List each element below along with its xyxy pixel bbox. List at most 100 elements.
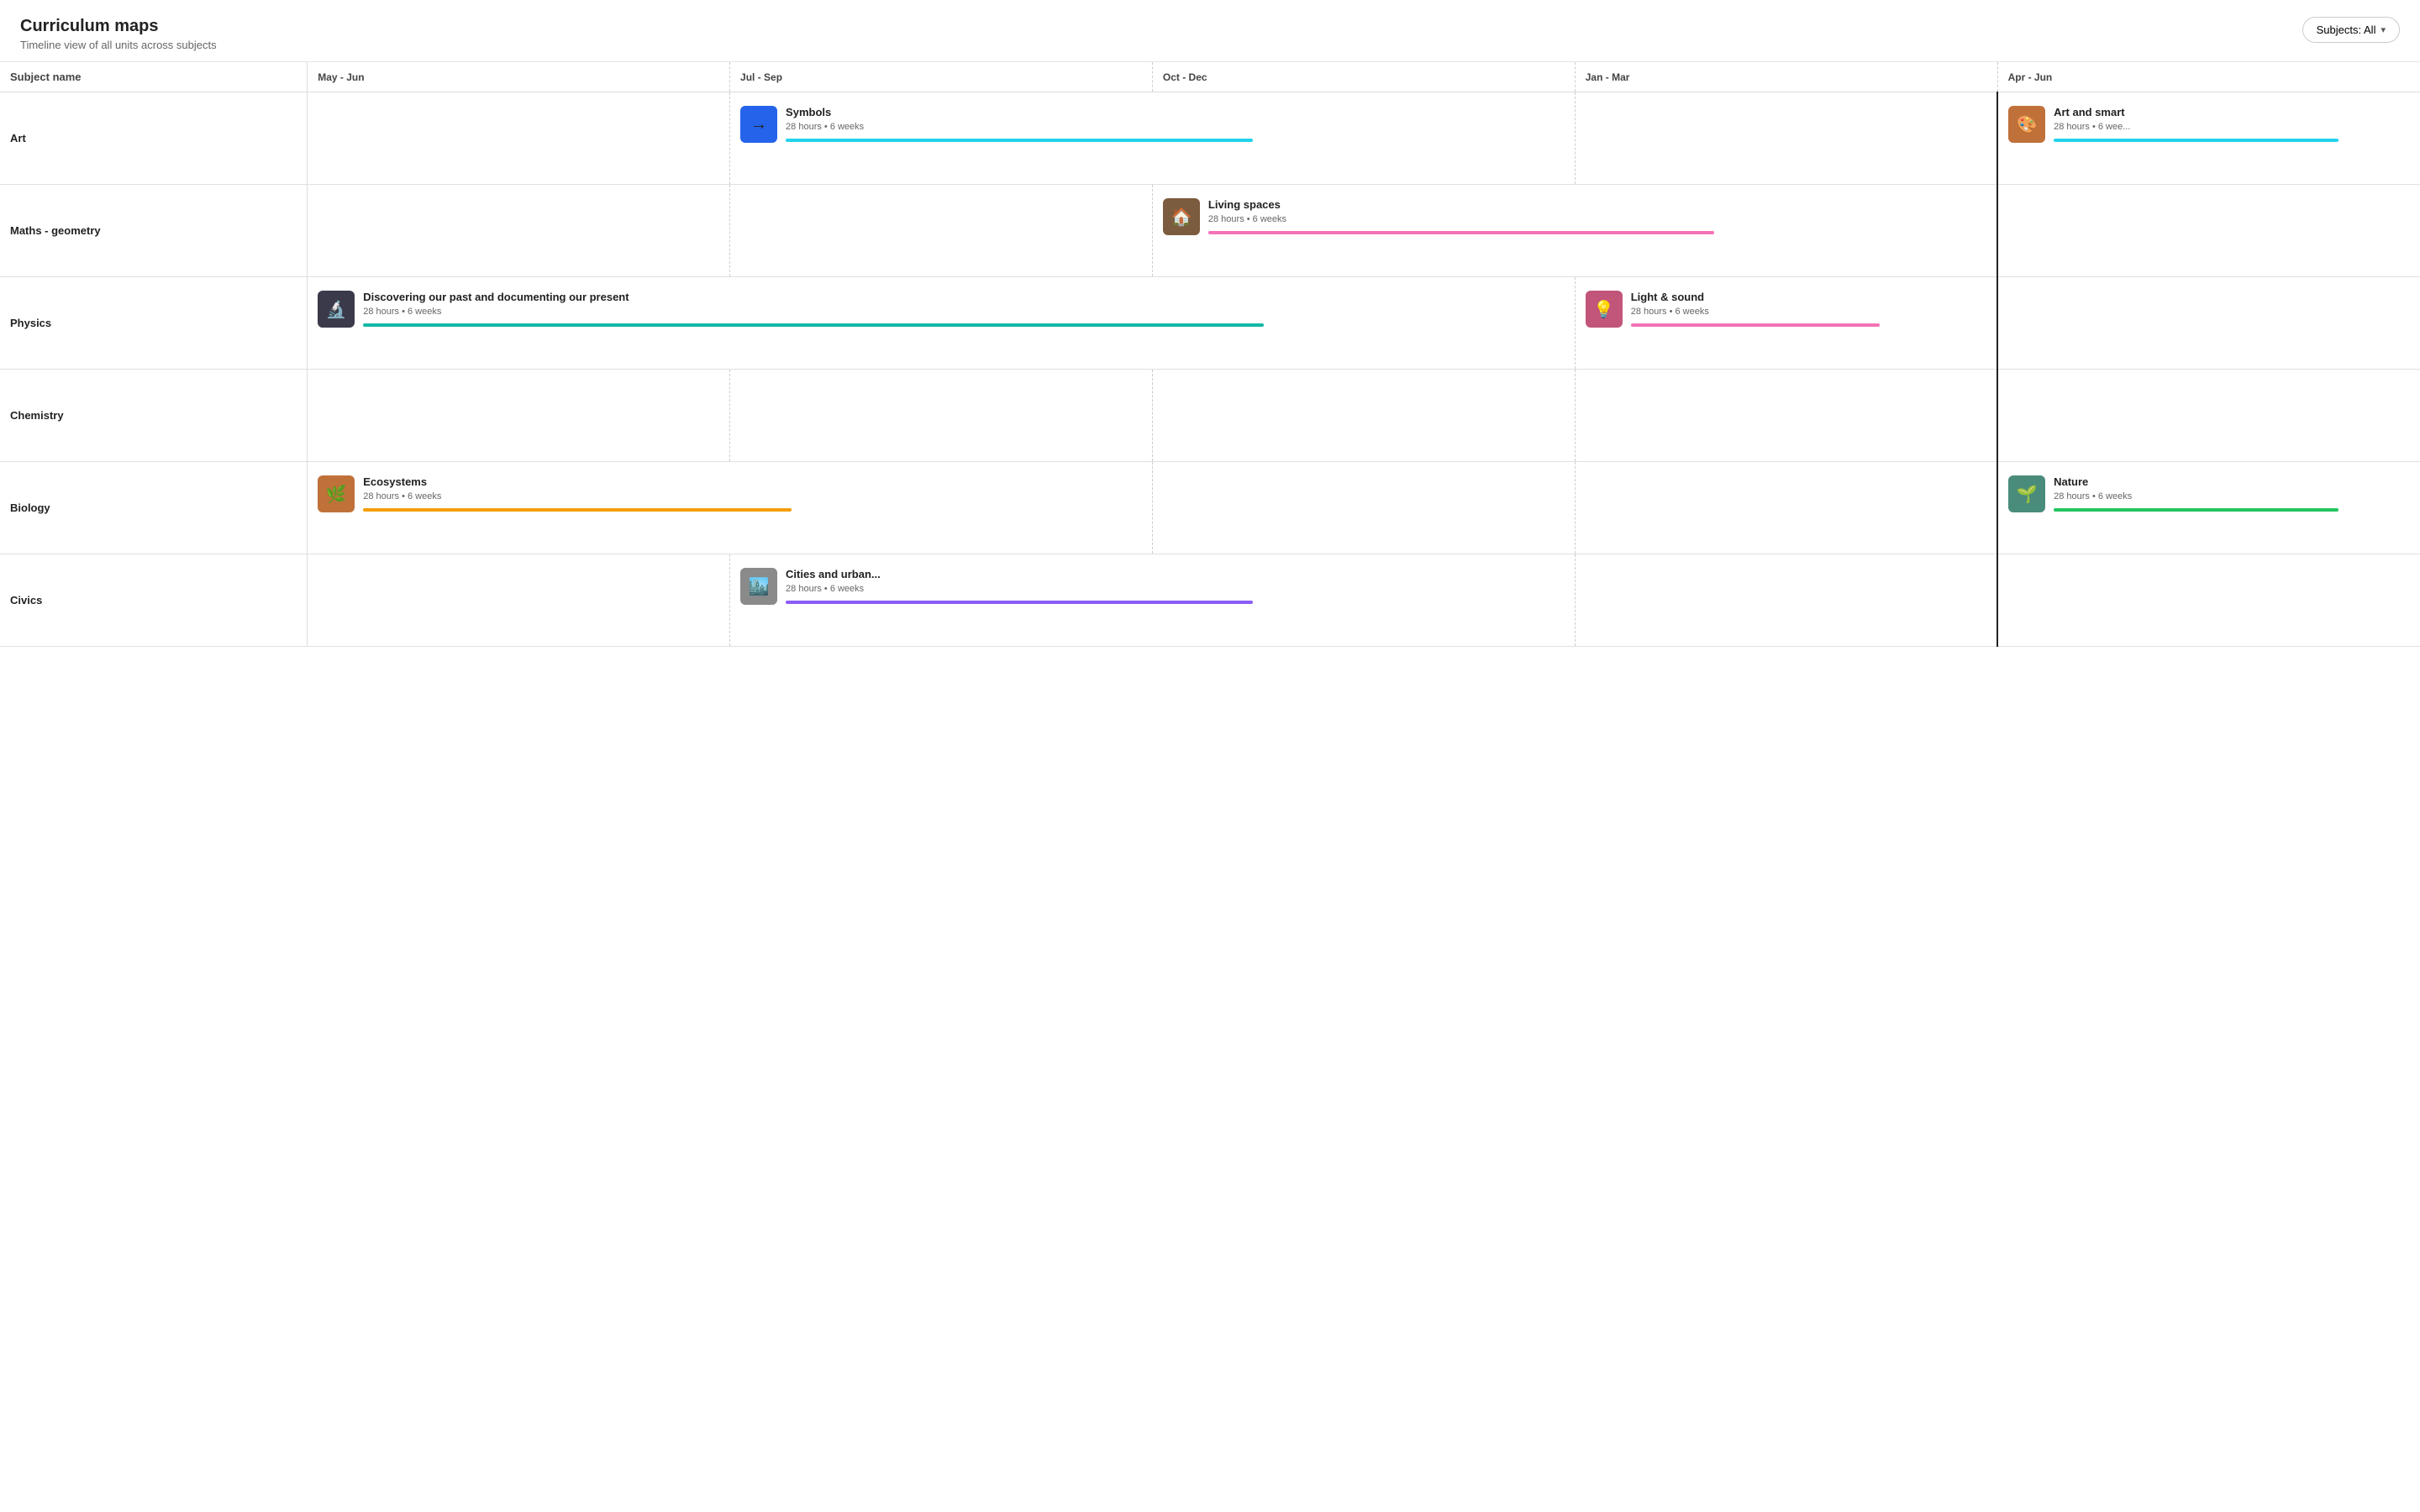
unit-info: Nature28 hours • 6 weeks (2054, 475, 2410, 512)
empty-cell-art-0 (308, 92, 730, 185)
unit-cell-art-symbols[interactable]: → Symbols 28 hours • 6 weeks (730, 92, 1576, 185)
unit-cell-art-art-and-sm[interactable]: 🎨 Art and smart 28 hours • 6 wee... (1997, 92, 2420, 185)
subjects-filter-label: Subjects: All (2317, 24, 2376, 36)
unit-cell-maths---geometry-living-spa[interactable]: 🏠Living spaces28 hours • 6 weeks (1152, 185, 1997, 277)
unit-card[interactable]: 💡 Light & sound 28 hours • 6 weeks (1586, 291, 1986, 328)
empty-cell-chemistry-1 (730, 370, 1153, 462)
unit-card[interactable]: 🌿Ecosystems28 hours • 6 weeks (318, 475, 1142, 512)
chevron-down-icon: ▾ (2381, 24, 2386, 35)
unit-meta: 28 hours • 6 weeks (786, 122, 1565, 132)
empty-cell-art-3 (1575, 92, 1997, 185)
unit-title: Symbols (786, 106, 1565, 120)
empty-cell-chemistry-0 (308, 370, 730, 462)
unit-title: Cities and urban... (786, 568, 1565, 582)
empty-cell-civics-0 (308, 554, 730, 647)
unit-cell-civics-cities-and[interactable]: 🏙️ Cities and urban... 28 hours • 6 weeks (730, 554, 1576, 647)
unit-title: Discovering our past and documenting our… (363, 291, 1565, 305)
unit-meta: 28 hours • 6 weeks (1631, 307, 1986, 317)
unit-meta: 28 hours • 6 weeks (1208, 214, 1986, 224)
unit-card[interactable]: 🏠Living spaces28 hours • 6 weeks (1163, 198, 1986, 235)
unit-thumbnail: 🏙️ (740, 568, 777, 605)
unit-progress-bar (363, 323, 1264, 327)
unit-cell-biology-nature[interactable]: 🌱Nature28 hours • 6 weeks (1997, 462, 2420, 554)
unit-meta: 28 hours • 6 weeks (363, 491, 1142, 501)
unit-title: Ecosystems (363, 475, 1142, 490)
unit-thumbnail: 🌿 (318, 475, 355, 512)
period-apr-jun-header: 2 April Apr - Jun (1997, 62, 2420, 92)
unit-card[interactable]: 🎨 Art and smart 28 hours • 6 wee... (2008, 106, 2410, 143)
unit-progress-bar (1631, 323, 1880, 327)
unit-cell-biology-ecosystems[interactable]: 🌿Ecosystems28 hours • 6 weeks (308, 462, 1153, 554)
unit-card[interactable]: 🏙️ Cities and urban... 28 hours • 6 weeks (740, 568, 1565, 605)
unit-progress-bar (363, 508, 792, 512)
unit-card[interactable]: 🌱Nature28 hours • 6 weeks (2008, 475, 2410, 512)
table-row: Maths - geometry🏠Living spaces28 hours •… (0, 185, 2420, 277)
unit-cell-physics-light-&-so[interactable]: 💡 Light & sound 28 hours • 6 weeks (1575, 277, 1997, 370)
timeline-table: Subject name May - Jun Jul - Sep Oct - D… (0, 62, 2420, 647)
header-left: Curriculum maps Timeline view of all uni… (20, 17, 217, 51)
unit-card[interactable]: 🔬 Discovering our past and documenting ou… (318, 291, 1565, 328)
unit-meta: 28 hours • 6 wee... (2054, 122, 2410, 132)
table-row: Chemistry (0, 370, 2420, 462)
empty-cell-chemistry-3 (1575, 370, 1997, 462)
table-row: Civics 🏙️ Cities and urban... 28 hours • 6 … (0, 554, 2420, 647)
subject-cell-art: Art (0, 92, 308, 185)
unit-info: Cities and urban... 28 hours • 6 weeks (786, 568, 1565, 604)
unit-title: Light & sound (1631, 291, 1986, 305)
table-row: Art→Symbols28 hours • 6 weeks🎨Art and sm… (0, 92, 2420, 185)
unit-cell-physics-discoverin[interactable]: 🔬 Discovering our past and documenting ou… (308, 277, 1576, 370)
unit-meta: 28 hours • 6 weeks (2054, 491, 2410, 501)
table-row: Physics 🔬 Discovering our past and documen… (0, 277, 2420, 370)
unit-progress-bar (2054, 508, 2338, 512)
unit-title: Art and smart (2054, 106, 2410, 120)
empty-cell-maths---geometry-0 (308, 185, 730, 277)
period-may-jun-header: May - Jun (308, 62, 730, 92)
period-jul-sep-header: Jul - Sep (730, 62, 1153, 92)
empty-cell-civics-4 (1997, 554, 2420, 647)
timeline-container: Subject name May - Jun Jul - Sep Oct - D… (0, 62, 2420, 647)
subject-cell-physics: Physics (0, 277, 308, 370)
page-title: Curriculum maps (20, 17, 217, 36)
page-header: Curriculum maps Timeline view of all uni… (0, 0, 2420, 62)
timeline-body: Art→Symbols28 hours • 6 weeks🎨Art and sm… (0, 92, 2420, 647)
empty-cell-biology-3 (1575, 462, 1997, 554)
unit-progress-bar (1208, 231, 1714, 234)
unit-info: Light & sound 28 hours • 6 weeks (1631, 291, 1986, 327)
unit-thumbnail: 🏠 (1163, 198, 1200, 235)
period-jan-mar-header: Jan - Mar (1575, 62, 1997, 92)
empty-cell-civics-3 (1575, 554, 1997, 647)
subject-cell-maths---geometry: Maths - geometry (0, 185, 308, 277)
unit-title: Living spaces (1208, 198, 1986, 213)
unit-info: Symbols 28 hours • 6 weeks (786, 106, 1565, 142)
empty-cell-maths---geometry-1 (730, 185, 1153, 277)
unit-thumbnail: 🎨 (2008, 106, 2045, 143)
unit-info: Discovering our past and documenting our… (363, 291, 1565, 327)
unit-meta: 28 hours • 6 weeks (363, 307, 1565, 317)
unit-progress-bar (786, 601, 1253, 604)
unit-thumbnail: 🌱 (2008, 475, 2045, 512)
unit-thumbnail: 🔬 (318, 291, 355, 328)
table-row: Biology🌿Ecosystems28 hours • 6 weeks🌱Nat… (0, 462, 2420, 554)
unit-thumbnail: 💡 (1586, 291, 1623, 328)
subject-name-header: Subject name (0, 62, 308, 92)
empty-cell-maths---geometry-4 (1997, 185, 2420, 277)
unit-info: Living spaces28 hours • 6 weeks (1208, 198, 1986, 234)
unit-progress-bar (786, 139, 1253, 142)
unit-thumbnail: → (740, 106, 777, 143)
period-oct-dec-header: Oct - Dec (1152, 62, 1575, 92)
timeline-header-row: Subject name May - Jun Jul - Sep Oct - D… (0, 62, 2420, 92)
subject-cell-biology: Biology (0, 462, 308, 554)
subjects-filter-button[interactable]: Subjects: All ▾ (2302, 17, 2400, 43)
unit-title: Nature (2054, 475, 2410, 490)
unit-info: Art and smart 28 hours • 6 wee... (2054, 106, 2410, 142)
subject-cell-civics: Civics (0, 554, 308, 647)
empty-cell-physics-4 (1997, 277, 2420, 370)
subject-cell-chemistry: Chemistry (0, 370, 308, 462)
unit-meta: 28 hours • 6 weeks (786, 584, 1565, 594)
empty-cell-chemistry-2 (1152, 370, 1575, 462)
unit-progress-bar (2054, 139, 2338, 142)
unit-card[interactable]: → Symbols 28 hours • 6 weeks (740, 106, 1565, 143)
empty-cell-chemistry-4 (1997, 370, 2420, 462)
empty-cell-biology-2 (1152, 462, 1575, 554)
unit-info: Ecosystems28 hours • 6 weeks (363, 475, 1142, 512)
